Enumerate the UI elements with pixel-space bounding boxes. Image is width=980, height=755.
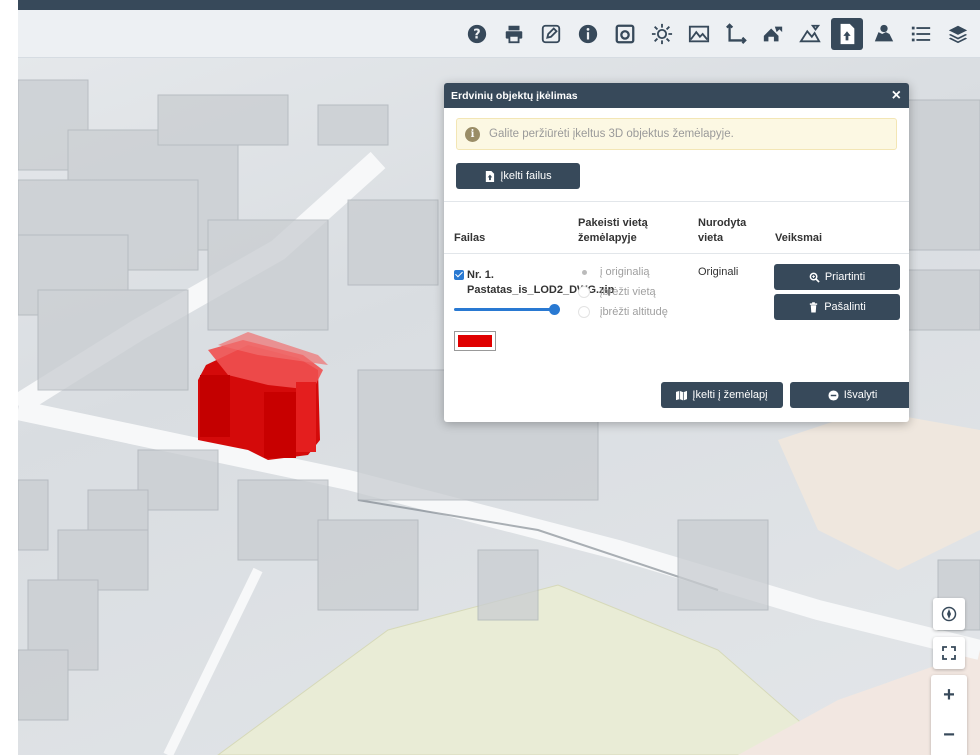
map-pin-icon[interactable]	[868, 18, 900, 50]
table-row: Nr. 1. Pastatas_is_LOD2_DWG.zip	[454, 268, 615, 298]
fullscreen-icon	[942, 646, 956, 660]
file-checkbox[interactable]	[454, 270, 464, 280]
trash-icon	[810, 301, 818, 313]
print-icon[interactable]	[498, 18, 530, 50]
slider-track	[454, 308, 558, 311]
dialog-header: Erdvinių objektų įkėlimas ×	[444, 83, 909, 108]
layers-3d-icon[interactable]	[794, 18, 826, 50]
col-file-header: Failas	[454, 232, 486, 244]
zoom-to-button[interactable]: Priartinti	[774, 264, 900, 290]
minus-circle-icon	[828, 389, 839, 401]
upload-files-label: Įkelti failus	[500, 170, 552, 182]
zoom-search-icon	[809, 272, 820, 283]
radio-button[interactable]	[578, 286, 590, 298]
edit-icon[interactable]	[535, 18, 567, 50]
toolbar: ?	[18, 10, 980, 58]
col-change-location-line1: Pakeisti vietą	[578, 217, 648, 229]
upload-object-icon[interactable]	[831, 17, 863, 50]
radio-draw-location[interactable]: įbrėžti vietą	[578, 286, 656, 298]
remove-label: Pašalinti	[824, 301, 866, 313]
load-to-map-button[interactable]: Įkelti į žemėlapį	[661, 382, 783, 408]
radio-button[interactable]	[578, 266, 590, 278]
clear-label: Išvalyti	[843, 389, 878, 401]
col-change-location-line2: žemėlapyje	[578, 232, 637, 244]
zoom-in-button[interactable]: +	[931, 675, 967, 715]
radio-original[interactable]: į originalią	[578, 266, 650, 278]
upload-files-button[interactable]: Įkelti failus	[456, 163, 580, 189]
radio-label: įbrėžti altitudę	[600, 306, 668, 318]
red-building-model	[198, 332, 328, 460]
fullscreen-button[interactable]	[933, 637, 965, 669]
file-name: Nr. 1. Pastatas_is_LOD2_DWG.zip	[467, 269, 615, 296]
remove-button[interactable]: Pašalinti	[774, 294, 900, 320]
sun-icon[interactable]	[646, 18, 678, 50]
dialog-title: Erdvinių objektų įkėlimas	[451, 89, 578, 102]
radio-button[interactable]	[578, 306, 590, 318]
info-icon[interactable]	[572, 18, 604, 50]
col-specified-line2: vieta	[698, 232, 724, 244]
terrain-icon[interactable]	[683, 18, 715, 50]
info-text: Galite peržiūrėti įkeltus 3D objektus že…	[489, 128, 734, 140]
radio-label: į originalią	[600, 266, 650, 278]
compass-icon	[941, 606, 957, 622]
file-upload-icon	[486, 170, 495, 182]
list-icon[interactable]	[905, 18, 937, 50]
road-bottom	[163, 567, 263, 755]
info-alert: i Galite peržiūrėti įkeltus 3D objektus …	[456, 118, 897, 150]
close-icon[interactable]: ×	[892, 87, 901, 104]
measure-icon[interactable]	[720, 18, 752, 50]
map-icon	[676, 390, 688, 401]
color-swatch-fill	[458, 335, 492, 347]
stack-icon[interactable]	[942, 18, 974, 50]
help-icon[interactable]: ?	[461, 18, 493, 50]
top-strip	[18, 0, 980, 10]
slider-thumb[interactable]	[549, 304, 560, 315]
col-actions-header: Veiksmai	[775, 232, 823, 244]
clear-button[interactable]: Išvalyti	[790, 382, 909, 408]
info-circle-icon: i	[465, 126, 480, 142]
load-to-map-label: Įkelti į žemėlapį	[692, 389, 768, 401]
location-value: Originali	[698, 266, 739, 278]
camera-icon[interactable]	[609, 18, 641, 50]
app-root: ? Erdvinių objektų įkėlimas × i Galite p…	[18, 0, 980, 755]
buildings-icon[interactable]	[757, 18, 789, 50]
radio-label: įbrėžti vietą	[600, 286, 656, 298]
col-change-location-header: Pakeisti vietą žemėlapyje	[578, 216, 648, 246]
zoom-control: + −	[931, 675, 967, 755]
zoom-out-button[interactable]: −	[931, 715, 967, 755]
compass-button[interactable]	[933, 598, 965, 630]
col-specified-line1: Nurodyta	[698, 217, 747, 229]
opacity-slider[interactable]	[454, 304, 560, 315]
separator	[444, 253, 909, 254]
radio-draw-altitude[interactable]: įbrėžti altitudę	[578, 306, 668, 318]
separator	[444, 201, 909, 202]
upload-dialog: Erdvinių objektų įkėlimas × i Galite per…	[444, 83, 909, 422]
zoom-to-label: Priartinti	[824, 271, 866, 283]
col-specified-header: Nurodyta vieta	[698, 216, 746, 246]
beige-area	[778, 410, 980, 570]
color-picker[interactable]	[454, 331, 496, 351]
svg-text:?: ?	[473, 27, 480, 42]
